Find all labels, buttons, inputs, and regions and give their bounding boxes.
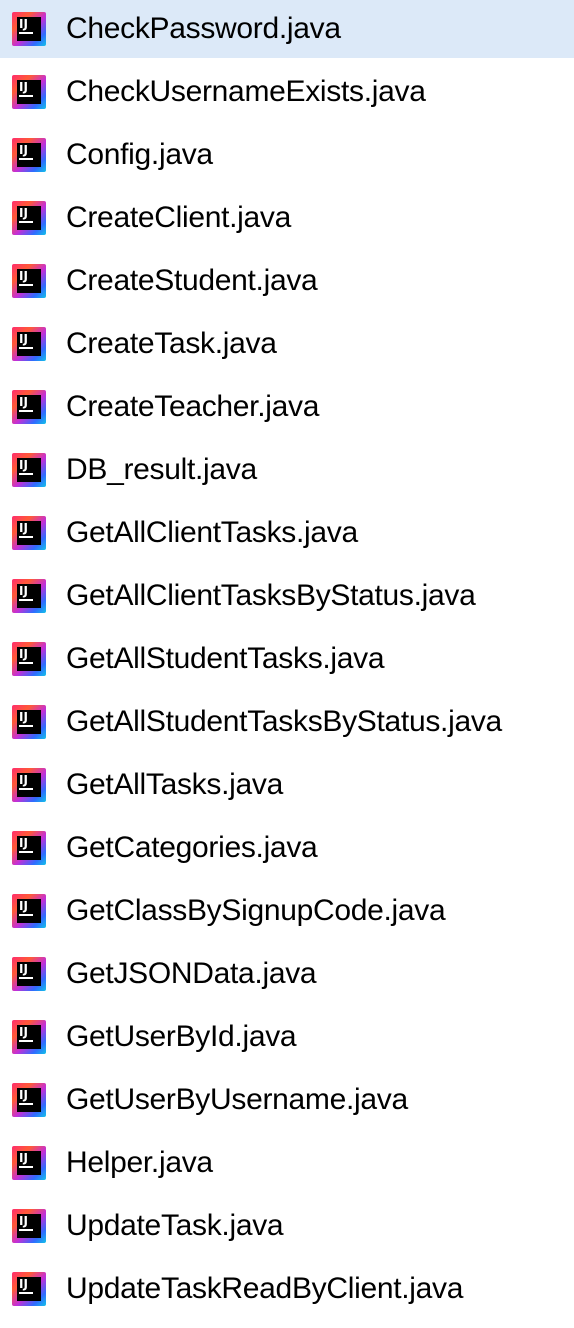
intellij-java-file-icon <box>12 957 46 991</box>
file-item-getcategories[interactable]: GetCategories.java <box>0 819 574 877</box>
intellij-java-file-icon <box>12 705 46 739</box>
intellij-java-file-icon <box>12 516 46 550</box>
file-name: GetAllTasks.java <box>66 768 283 801</box>
file-item-getalltasks[interactable]: GetAllTasks.java <box>0 756 574 814</box>
intellij-java-file-icon <box>12 579 46 613</box>
file-item-createteacher[interactable]: CreateTeacher.java <box>0 378 574 436</box>
file-name: GetClassBySignupCode.java <box>66 894 446 927</box>
intellij-java-file-icon <box>12 642 46 676</box>
intellij-java-file-icon <box>12 1020 46 1054</box>
file-name: GetAllClientTasksByStatus.java <box>66 579 476 612</box>
intellij-java-file-icon <box>12 768 46 802</box>
intellij-java-file-icon <box>12 453 46 487</box>
file-name: GetAllClientTasks.java <box>66 516 358 549</box>
file-item-updatetaskreadbyclient[interactable]: UpdateTaskReadByClient.java <box>0 1260 574 1318</box>
file-name: GetUserByUsername.java <box>66 1083 408 1116</box>
file-name: CreateTask.java <box>66 327 277 360</box>
intellij-java-file-icon <box>12 1083 46 1117</box>
intellij-java-file-icon <box>12 75 46 109</box>
file-name: Helper.java <box>66 1146 213 1179</box>
file-name: Config.java <box>66 138 213 171</box>
intellij-java-file-icon <box>12 201 46 235</box>
file-item-checkusernameexists[interactable]: CheckUsernameExists.java <box>0 63 574 121</box>
file-list: CheckPassword.java CheckUsernameExists.j… <box>0 0 574 1328</box>
file-name: GetJSONData.java <box>66 957 317 990</box>
file-name: UpdateTask.java <box>66 1209 284 1242</box>
file-name: CreateStudent.java <box>66 264 318 297</box>
intellij-java-file-icon <box>12 390 46 424</box>
file-name: GetAllStudentTasksByStatus.java <box>66 705 502 738</box>
intellij-java-file-icon <box>12 1146 46 1180</box>
intellij-java-file-icon <box>12 831 46 865</box>
file-name: CreateClient.java <box>66 201 292 234</box>
file-name: GetCategories.java <box>66 831 318 864</box>
file-item-updatetask[interactable]: UpdateTask.java <box>0 1197 574 1255</box>
file-name: CreateTeacher.java <box>66 390 320 423</box>
intellij-java-file-icon <box>12 1272 46 1306</box>
file-name: UpdateTaskReadByClient.java <box>66 1272 464 1305</box>
intellij-java-file-icon <box>12 264 46 298</box>
file-item-getallstudenttasks[interactable]: GetAllStudentTasks.java <box>0 630 574 688</box>
intellij-java-file-icon <box>12 138 46 172</box>
file-item-createtask[interactable]: CreateTask.java <box>0 315 574 373</box>
file-item-getallclienttasks[interactable]: GetAllClientTasks.java <box>0 504 574 562</box>
file-item-createstudent[interactable]: CreateStudent.java <box>0 252 574 310</box>
file-name: GetUserById.java <box>66 1020 297 1053</box>
file-item-getjsondata[interactable]: GetJSONData.java <box>0 945 574 1003</box>
intellij-java-file-icon <box>12 12 46 46</box>
file-item-createclient[interactable]: CreateClient.java <box>0 189 574 247</box>
file-item-getallclienttasksbystatus[interactable]: GetAllClientTasksByStatus.java <box>0 567 574 625</box>
file-item-getclassbysignupcode[interactable]: GetClassBySignupCode.java <box>0 882 574 940</box>
file-name: CheckPassword.java <box>66 12 341 45</box>
file-item-db-result[interactable]: DB_result.java <box>0 441 574 499</box>
intellij-java-file-icon <box>12 1209 46 1243</box>
intellij-java-file-icon <box>12 894 46 928</box>
file-name: DB_result.java <box>66 453 257 486</box>
file-item-getuserbyid[interactable]: GetUserById.java <box>0 1008 574 1066</box>
file-item-getallstudenttasksbystatus[interactable]: GetAllStudentTasksByStatus.java <box>0 693 574 751</box>
file-item-config[interactable]: Config.java <box>0 126 574 184</box>
file-name: CheckUsernameExists.java <box>66 75 426 108</box>
file-name: GetAllStudentTasks.java <box>66 642 385 675</box>
file-item-getuserbyusername[interactable]: GetUserByUsername.java <box>0 1071 574 1129</box>
file-item-checkpassword[interactable]: CheckPassword.java <box>0 0 574 58</box>
file-item-helper[interactable]: Helper.java <box>0 1134 574 1192</box>
intellij-java-file-icon <box>12 327 46 361</box>
